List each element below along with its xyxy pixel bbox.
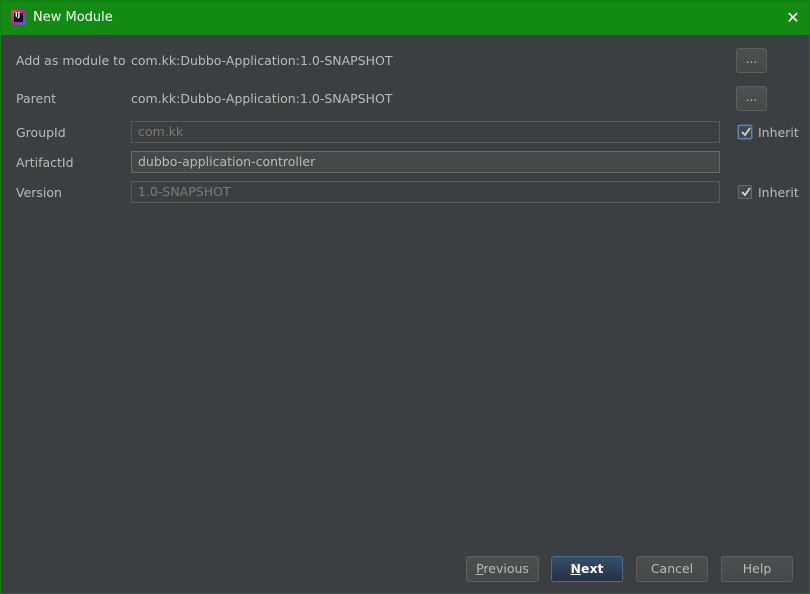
add-as-module-browse-button[interactable]: ... [736, 48, 767, 73]
groupid-inherit-label: Inherit [758, 125, 799, 140]
version-field[interactable]: 1.0-SNAPSHOT [131, 181, 720, 203]
intellij-idea-icon: IJ [11, 10, 26, 25]
groupid-inherit-checkbox[interactable] [738, 125, 752, 139]
parent-browse-button[interactable]: ... [736, 86, 767, 111]
cancel-button[interactable]: Cancel [636, 556, 708, 582]
title-bar[interactable]: IJ New Module ✕ [1, 1, 809, 35]
parent-value: com.kk:Dubbo-Application:1.0-SNAPSHOT [131, 91, 393, 106]
dialog-title: New Module [33, 10, 113, 25]
next-button[interactable]: Next [551, 556, 623, 582]
groupid-field[interactable]: com.kk [131, 121, 720, 143]
parent-label: Parent [16, 91, 57, 106]
checkmark-icon [741, 127, 751, 137]
previous-button[interactable]: Previous [466, 556, 539, 582]
version-inherit-label: Inherit [758, 185, 799, 200]
close-icon[interactable]: ✕ [783, 8, 803, 28]
artifactid-label: ArtifactId [16, 155, 74, 170]
new-module-dialog: IJ New Module ✕ Add as module to com.kk:… [0, 0, 810, 594]
artifactid-field[interactable]: dubbo-application-controller [131, 151, 720, 173]
add-as-module-label: Add as module to [16, 53, 126, 68]
help-button[interactable]: Help [721, 556, 793, 582]
add-as-module-value: com.kk:Dubbo-Application:1.0-SNAPSHOT [131, 53, 393, 68]
version-inherit-checkbox[interactable] [738, 185, 752, 199]
checkmark-icon [741, 187, 751, 197]
groupid-label: GroupId [16, 125, 66, 140]
version-label: Version [16, 185, 62, 200]
